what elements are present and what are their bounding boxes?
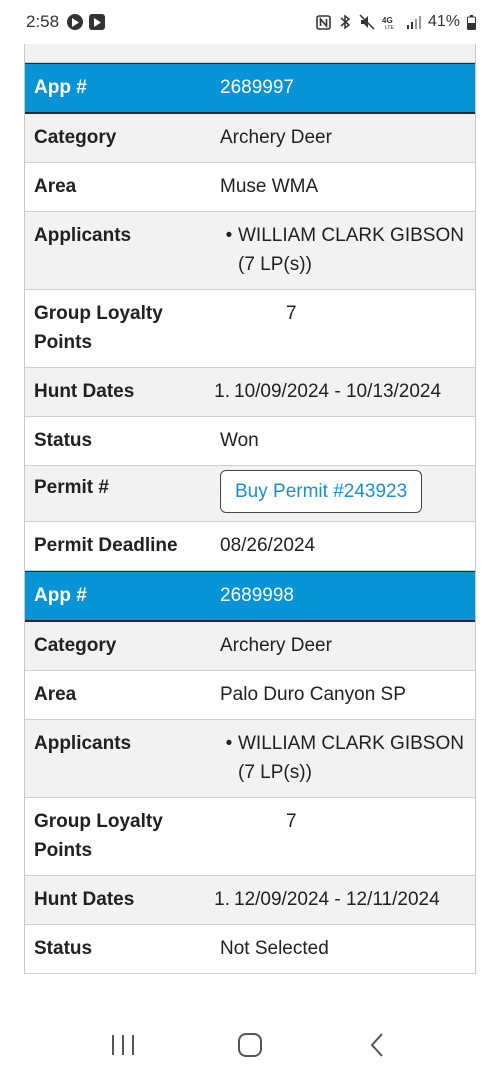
play-icon: [67, 14, 84, 30]
row-value: Palo Duro Canyon SP: [220, 684, 406, 705]
row-value: 7: [286, 303, 297, 324]
row-label: Status: [34, 938, 93, 959]
detail-row: Category Archery Deer: [25, 622, 475, 671]
content-scroll-area[interactable]: Permit DeadlineN/AApp #2689997CategoryAr…: [0, 44, 500, 1006]
bluetooth-icon: [338, 14, 352, 30]
detail-row: Group Loyalty Points 7: [25, 798, 475, 876]
status-bar-right: 4G LTE 41%: [316, 13, 476, 31]
battery-percent: 41%: [427, 13, 460, 30]
row-label: Group Loyalty Points: [34, 303, 163, 353]
row-label: Permit #: [34, 477, 109, 498]
row-value: Archery Deer: [220, 127, 332, 148]
row-label: Permit Deadline: [25, 44, 210, 62]
network-type-icon: 4G LTE: [382, 14, 400, 30]
detail-row: Area Muse WMA: [25, 163, 475, 212]
navigation-bar: [0, 1006, 500, 1084]
battery-icon: [467, 14, 476, 30]
status-time: 2:58: [26, 12, 60, 31]
hunt-date-item: 1. 12/09/2024 - 12/11/2024: [210, 885, 469, 914]
app-header-row: App # 2689997: [25, 63, 475, 114]
row-value: 2689998: [220, 585, 294, 606]
applicant-name: WILLIAM CLARK GIBSON (7 LP(s)): [238, 225, 464, 275]
back-icon[interactable]: [347, 1020, 407, 1070]
app-header-row: App # 2689998: [25, 571, 475, 622]
signal-icon: [406, 15, 421, 29]
row-value: Not Selected: [220, 938, 329, 959]
row-value: Archery Deer: [220, 635, 332, 656]
row-label: Hunt Dates: [34, 889, 135, 910]
row-value: 7: [286, 811, 297, 832]
hunt-date-range: 10/09/2024 - 10/13/2024: [234, 381, 442, 402]
detail-row: Group Loyalty Points 7: [25, 290, 475, 368]
row-label: Category: [34, 127, 117, 148]
row-label: Applicants: [34, 733, 132, 754]
row-label: Permit Deadline: [34, 535, 178, 556]
row-value: 08/26/2024: [220, 535, 316, 556]
detail-row: Status Not Selected: [25, 925, 475, 974]
detail-row: Permit # Buy Permit #243923: [25, 466, 475, 522]
recent-apps-icon[interactable]: [93, 1020, 153, 1070]
mute-icon: [359, 14, 375, 30]
row-value: Muse WMA: [220, 176, 319, 197]
list-number: 1.: [214, 889, 230, 910]
row-value: 2689997: [220, 77, 294, 98]
permit-cell: Buy Permit #243923: [210, 466, 475, 521]
home-icon[interactable]: [220, 1020, 280, 1070]
hunt-dates-list: 1. 10/09/2024 - 10/13/2024: [210, 368, 475, 416]
applications-table: Permit DeadlineN/AApp #2689997CategoryAr…: [24, 44, 476, 974]
detail-row: Hunt Dates 1. 12/09/2024 - 12/11/2024: [25, 876, 475, 925]
bullet-icon: •: [225, 225, 233, 246]
detail-row: Status Won: [25, 417, 475, 466]
hunt-date-range: 12/09/2024 - 12/11/2024: [234, 889, 440, 910]
applicant-item: • WILLIAM CLARK GIBSON (7 LP(s)): [220, 729, 469, 787]
applicant-item: • WILLIAM CLARK GIBSON (7 LP(s)): [220, 221, 469, 279]
row-label: Area: [34, 684, 77, 705]
row-label: Applicants: [34, 225, 132, 246]
hunt-dates-list: 1. 12/09/2024 - 12/11/2024: [210, 876, 475, 924]
svg-text:4G: 4G: [382, 16, 393, 25]
hunt-date-item: 1. 10/09/2024 - 10/13/2024: [210, 377, 469, 406]
row-value: N/A: [210, 44, 475, 62]
buy-permit-button[interactable]: Buy Permit #243923: [220, 470, 423, 513]
detail-row: Applicants • WILLIAM CLARK GIBSON (7 LP(s)…: [25, 212, 475, 290]
svg-text:LTE: LTE: [385, 25, 394, 30]
detail-row: Area Palo Duro Canyon SP: [25, 671, 475, 720]
detail-row: Permit DeadlineN/A: [25, 44, 475, 63]
detail-row: Permit Deadline 08/26/2024: [25, 522, 475, 571]
bullet-icon: •: [225, 733, 233, 754]
row-label: Category: [34, 635, 117, 656]
youtube-icon: [89, 14, 106, 30]
list-number: 1.: [214, 381, 230, 402]
row-label: Status: [34, 430, 93, 451]
row-label: App #: [34, 585, 87, 606]
nfc-icon: [316, 14, 331, 30]
row-label: App #: [34, 77, 87, 98]
row-value: Won: [220, 430, 259, 451]
status-bar-left: 2:58: [26, 12, 106, 32]
row-label: Hunt Dates: [34, 381, 135, 402]
applicants-list: • WILLIAM CLARK GIBSON (7 LP(s)): [210, 720, 475, 797]
row-label: Area: [34, 176, 77, 197]
applicants-list: • WILLIAM CLARK GIBSON (7 LP(s)): [210, 212, 475, 289]
applicant-name: WILLIAM CLARK GIBSON (7 LP(s)): [238, 733, 464, 783]
status-bar: 2:58 4G LTE 41%: [0, 0, 500, 44]
detail-row: Hunt Dates 1. 10/09/2024 - 10/13/2024: [25, 368, 475, 417]
row-label: Group Loyalty Points: [34, 811, 163, 861]
detail-row: Applicants • WILLIAM CLARK GIBSON (7 LP(s)…: [25, 720, 475, 798]
detail-row: Category Archery Deer: [25, 114, 475, 163]
